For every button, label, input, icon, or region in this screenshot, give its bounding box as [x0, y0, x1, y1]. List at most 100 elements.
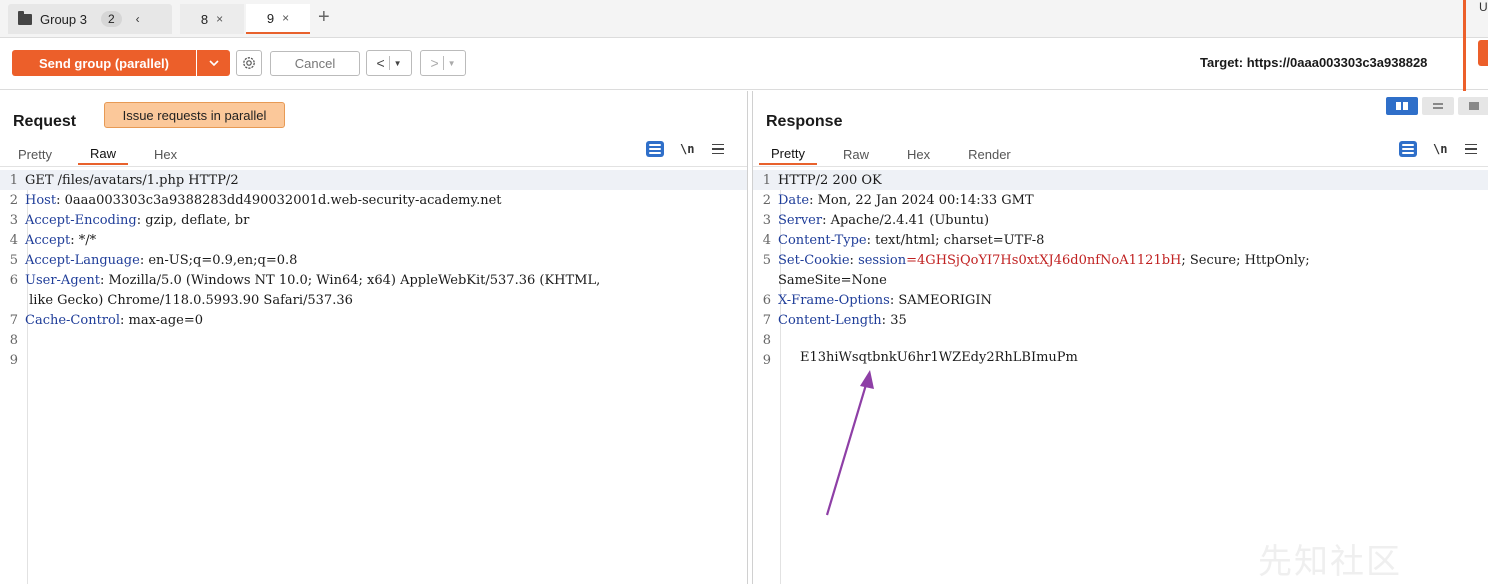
tabs-layout-button[interactable] — [1458, 97, 1488, 115]
tab-render[interactable]: Render — [956, 143, 1023, 165]
group-label: Group 3 — [40, 11, 87, 27]
editor-line[interactable]: 7 Cache-Control: max-age=0 — [0, 310, 747, 330]
header-name: Accept-Encoding — [25, 212, 137, 228]
line-content: Set-Cookie: session=4GHSjQoYI7Hs0xtXJ46d… — [778, 252, 1310, 268]
header-name: User-Agent — [25, 272, 100, 288]
panel-edge-accent — [1463, 0, 1466, 92]
history-back-button[interactable]: < ▼ — [366, 50, 412, 76]
header-name: Host — [25, 192, 57, 208]
editor-line[interactable]: 1 HTTP/2 200 OK — [753, 170, 1488, 190]
collapse-group-icon[interactable]: ‹ — [136, 12, 140, 26]
forward-arrow-icon: > — [430, 55, 439, 71]
editor-line[interactable]: 6 User-Agent: Mozilla/5.0 (Windows NT 10.… — [0, 270, 747, 290]
tab-9[interactable]: 9 × — [246, 4, 310, 34]
editor-line[interactable]: SameSite=None — [753, 270, 1488, 290]
add-tab-button[interactable]: + — [318, 6, 330, 29]
tab-raw[interactable]: Raw — [831, 143, 881, 165]
wrap-lines-icon[interactable] — [1399, 141, 1417, 157]
editor-line[interactable]: 5 Set-Cookie: session=4GHSjQoYI7Hs0xtXJ46… — [753, 250, 1488, 270]
response-editor-tools: \n — [1399, 141, 1478, 157]
editor-line[interactable]: 3 Accept-Encoding: gzip, deflate, br — [0, 210, 747, 230]
tab-group-3[interactable]: Group 3 2 ‹ — [8, 4, 172, 34]
chevron-down-icon — [208, 60, 219, 66]
side-panel-button[interactable] — [1478, 40, 1488, 66]
editor-line[interactable]: 4 Accept: */* — [0, 230, 747, 250]
editor-line[interactable]: 6 X-Frame-Options: SAMEORIGIN — [753, 290, 1488, 310]
header-name: Date — [778, 192, 810, 208]
line-content: Accept-Language: en-US;q=0.9,en;q=0.8 — [25, 252, 298, 268]
editor-line[interactable]: 9 — [0, 350, 747, 370]
request-panel: Request Issue requests in parallel Prett… — [0, 91, 748, 584]
editor-line[interactable]: 5 Accept-Language: en-US;q=0.9,en;q=0.8 — [0, 250, 747, 270]
target-url[interactable]: Target: https://0aaa003303c3a938828 — [1200, 55, 1462, 70]
newline-toggle-icon[interactable]: \n — [680, 142, 694, 156]
line-content: Accept-Encoding: gzip, deflate, br — [25, 212, 250, 228]
cookie-name: session — [858, 252, 907, 268]
toolbar: Send group (parallel) Cancel < ▼ > ▼ Tar… — [0, 38, 1488, 90]
line-content: Server: Apache/2.4.41 (Ubuntu) — [778, 212, 990, 228]
header-name: Accept-Language — [25, 252, 140, 268]
tab-8[interactable]: 8 × — [180, 4, 244, 34]
send-group-button[interactable]: Send group (parallel) — [12, 50, 196, 76]
cancel-button[interactable]: Cancel — [270, 51, 360, 76]
newline-toggle-icon[interactable]: \n — [1433, 142, 1447, 156]
tab-pretty[interactable]: Pretty — [759, 143, 817, 165]
side-panel-text: U — [1479, 0, 1488, 14]
back-arrow-icon: < — [376, 55, 385, 71]
request-editor[interactable]: 1 GET /files/avatars/1.php HTTP/2 2 Host: 0… — [0, 170, 747, 584]
line-content: like Gecko) Chrome/118.0.5993.90 Safari/… — [25, 292, 353, 308]
editor-line[interactable]: 1 GET /files/avatars/1.php HTTP/2 — [0, 170, 747, 190]
editor-line[interactable]: 8 — [0, 330, 747, 350]
send-options-dropdown[interactable] — [197, 50, 230, 76]
history-forward-button[interactable]: > ▼ — [420, 50, 466, 76]
close-icon[interactable]: × — [216, 12, 223, 26]
line-number: 3 — [9, 212, 18, 228]
menu-icon[interactable] — [1465, 143, 1478, 155]
header-name: X-Frame-Options — [778, 292, 890, 308]
header-name: Cache-Control — [25, 312, 121, 328]
line-number: 8 — [762, 332, 771, 348]
line-number: 6 — [9, 272, 18, 288]
line-number: 1 — [9, 172, 18, 188]
line-content: SameSite=None — [778, 272, 887, 288]
line-content: User-Agent: Mozilla/5.0 (Windows NT 10.0… — [25, 272, 601, 288]
wrap-lines-icon[interactable] — [646, 141, 664, 157]
editor-line[interactable]: 8 — [753, 330, 1488, 350]
line-content: HTTP/2 200 OK — [778, 172, 882, 188]
single-pane-icon — [1469, 102, 1479, 110]
tab-label: 9 — [266, 10, 275, 26]
line-number: 5 — [9, 252, 18, 268]
editor-line[interactable]: like Gecko) Chrome/118.0.5993.90 Safari/… — [0, 290, 747, 310]
cookie-value: =4GHSjQoYI7Hs0xtXJ46d0nfNoA1121bH — [906, 252, 1182, 268]
editor-line[interactable]: 2 Host: 0aaa003303c3a9388283dd490032001d.… — [0, 190, 747, 210]
tab-hex[interactable]: Hex — [895, 143, 942, 165]
tab-label: 8 — [200, 11, 209, 27]
line-number: 1 — [762, 172, 771, 188]
line-number: 5 — [762, 252, 771, 268]
line-content: Content-Length: 35 — [778, 312, 907, 328]
split-columns-button[interactable] — [1386, 97, 1418, 115]
request-title: Request — [13, 113, 77, 130]
editor-line[interactable]: 3 Server: Apache/2.4.41 (Ubuntu) — [753, 210, 1488, 230]
editor-line[interactable]: 4 Content-Type: text/html; charset=UTF-8 — [753, 230, 1488, 250]
line-number: 2 — [762, 192, 771, 208]
header-name: Server — [778, 212, 823, 228]
editor-line[interactable]: 7 Content-Length: 35 — [753, 310, 1488, 330]
settings-button[interactable] — [236, 50, 262, 76]
line-content: Cache-Control: max-age=0 — [25, 312, 204, 328]
request-editor-tools: \n — [646, 141, 725, 157]
menu-icon[interactable] — [712, 143, 725, 155]
response-title: Response — [766, 113, 843, 130]
header-name: Content-Length — [778, 312, 882, 328]
line-number: 6 — [762, 292, 771, 308]
tab-raw[interactable]: Raw — [77, 143, 128, 165]
line-content: Accept: */* — [25, 232, 97, 248]
line-number: 9 — [762, 352, 771, 368]
line-content: X-Frame-Options: SAMEORIGIN — [778, 292, 992, 308]
close-icon[interactable]: × — [282, 11, 289, 25]
editor-line[interactable]: 2 Date: Mon, 22 Jan 2024 00:14:33 GMT — [753, 190, 1488, 210]
header-name: Accept — [25, 232, 71, 248]
tab-hex[interactable]: Hex — [142, 143, 189, 165]
split-rows-button[interactable] — [1422, 97, 1454, 115]
tab-pretty[interactable]: Pretty — [6, 143, 64, 165]
